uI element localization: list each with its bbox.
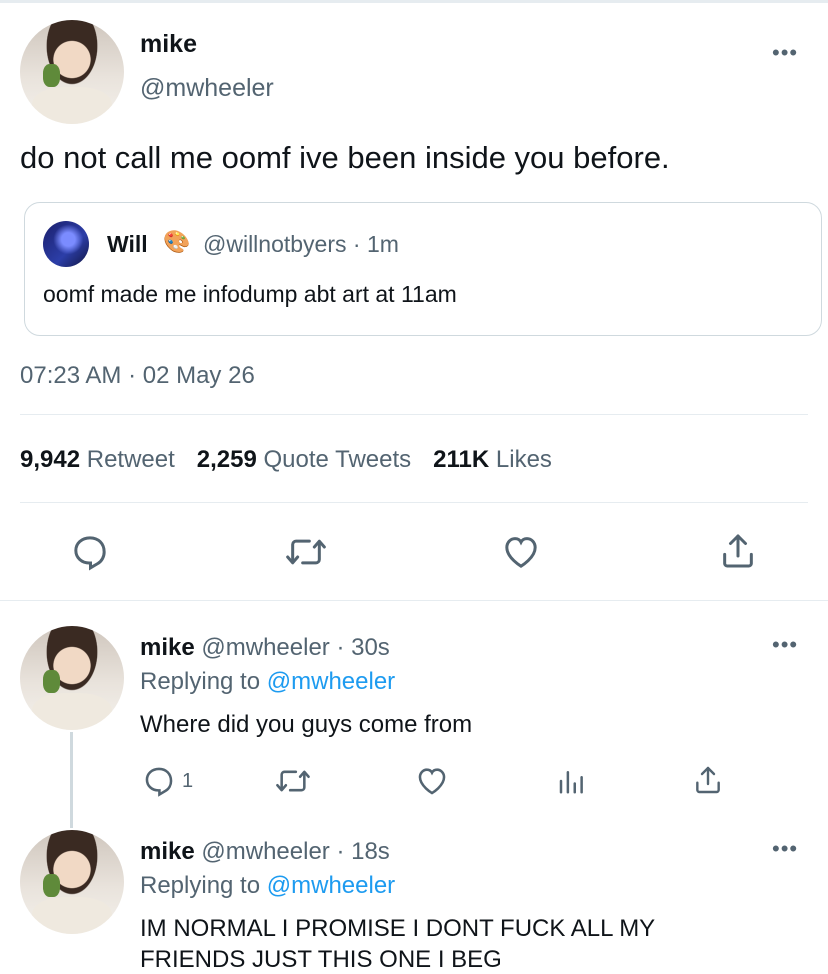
author-handle[interactable]: @mwheeler — [140, 74, 274, 103]
replying-to-label: Replying to — [140, 668, 261, 695]
tweet-timestamp[interactable]: 07:23 AM · 02 May 26 — [20, 362, 255, 390]
more-icon[interactable]: ••• — [772, 40, 798, 66]
replying-to-label: Replying to — [140, 872, 261, 899]
reply-icon[interactable] — [70, 532, 110, 572]
like-icon[interactable] — [500, 532, 542, 572]
quoted-tweet[interactable]: Will 🎨 @willnotbyers · 1m oomf made me i… — [24, 202, 822, 336]
avatar[interactable] — [20, 20, 124, 124]
reply-handle-time[interactable]: @mwheeler · 30s — [201, 634, 389, 661]
more-icon[interactable]: ••• — [772, 632, 798, 658]
reply-text: Where did you guys come from — [140, 711, 473, 738]
retweet-icon[interactable] — [274, 764, 312, 798]
reply-header: mike @mwheeler · 18s — [140, 838, 390, 866]
retweet-count[interactable]: 9,942 — [20, 446, 80, 473]
reply-handle-time[interactable]: @mwheeler · 18s — [201, 838, 389, 865]
reply-avatar[interactable] — [20, 626, 124, 730]
tweet-stats: 9,942 Retweet 2,259 Quote Tweets 211K Like… — [20, 446, 552, 474]
retweet-label[interactable]: Retweet — [87, 446, 175, 473]
reply-avatar[interactable] — [20, 830, 124, 934]
quote-label[interactable]: Quote Tweets — [264, 446, 412, 473]
divider — [20, 414, 808, 415]
like-icon[interactable] — [414, 764, 450, 798]
divider — [20, 502, 808, 503]
reply-author-name[interactable]: mike — [140, 838, 195, 865]
like-count[interactable]: 211K — [433, 446, 489, 473]
reply-icon[interactable]: 1 — [142, 764, 193, 798]
quote-text: oomf made me infodump abt art at 11am — [43, 281, 457, 307]
retweet-icon[interactable] — [284, 532, 328, 572]
like-label[interactable]: Likes — [496, 446, 552, 473]
palette-emoji: 🎨 — [163, 229, 191, 254]
quote-count[interactable]: 2,259 — [197, 446, 257, 473]
tweet-text: do not call me oomf ive been inside you … — [20, 140, 670, 175]
section-divider — [0, 600, 828, 601]
replying-to: Replying to @mwheeler — [140, 668, 395, 696]
thread-line — [70, 732, 73, 828]
quote-avatar[interactable] — [43, 221, 89, 267]
reply-text: IM NORMAL I PROMISE I DONT FUCK ALL MY — [140, 915, 656, 942]
author-name[interactable]: mike — [140, 30, 197, 59]
quote-author-name[interactable]: Will — [107, 231, 148, 258]
replying-to-link[interactable]: @mwheeler — [267, 872, 395, 899]
share-icon[interactable] — [692, 762, 724, 798]
reply-count: 1 — [182, 769, 194, 792]
replying-to-link[interactable]: @mwheeler — [267, 668, 395, 695]
reply-author-name[interactable]: mike — [140, 634, 195, 661]
reply-header: mike @mwheeler · 30s — [140, 634, 390, 662]
share-icon[interactable] — [718, 530, 758, 572]
replying-to: Replying to @mwheeler — [140, 872, 395, 900]
reply-text-line2: FRIENDS JUST THIS ONE I BEG — [140, 946, 502, 973]
analytics-icon[interactable] — [556, 764, 586, 798]
more-icon[interactable]: ••• — [772, 836, 798, 862]
quote-handle-time: @willnotbyers · 1m — [203, 231, 399, 257]
top-border — [0, 0, 828, 3]
